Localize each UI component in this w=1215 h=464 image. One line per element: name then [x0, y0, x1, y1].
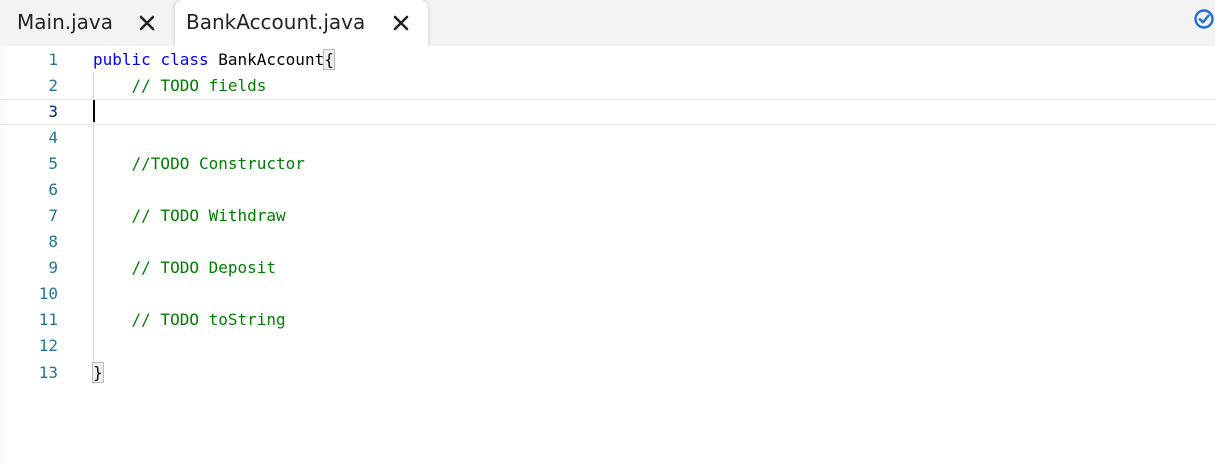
- comment: // TODO Deposit: [131, 258, 277, 277]
- line-number: 10: [38, 284, 58, 303]
- line-number: 4: [48, 128, 58, 147]
- comment: // TODO toString: [131, 310, 286, 329]
- text-cursor: [93, 100, 95, 122]
- tab-label: BankAccount.java: [186, 10, 366, 34]
- comment: //TODO Constructor: [131, 154, 305, 173]
- close-icon[interactable]: [138, 14, 156, 32]
- code-line-current[interactable]: 3: [0, 99, 1215, 125]
- keyword-class: class: [160, 50, 209, 69]
- tab-main-java[interactable]: Main.java: [0, 0, 174, 46]
- code-line[interactable]: 7 // TODO Withdraw: [0, 203, 1215, 229]
- code-text: //TODO Constructor: [93, 151, 305, 177]
- comment: // TODO Withdraw: [131, 206, 286, 225]
- code-line[interactable]: 6: [0, 177, 1215, 203]
- code-text: }: [92, 360, 104, 386]
- code-text: // TODO toString: [93, 307, 286, 333]
- code-editor[interactable]: 1 public class BankAccount{ 2 // TODO fi…: [0, 46, 1215, 464]
- code-text: // TODO Deposit: [93, 255, 277, 281]
- line-number: 8: [48, 232, 58, 251]
- code-line[interactable]: 11 // TODO toString: [0, 307, 1215, 333]
- line-number: 12: [38, 336, 58, 355]
- code-text: // TODO fields: [93, 73, 267, 99]
- code-text: public class BankAccount{: [93, 47, 335, 73]
- code-line[interactable]: 8: [0, 229, 1215, 255]
- close-icon[interactable]: [392, 14, 410, 32]
- line-number: 1: [48, 50, 58, 69]
- line-number: 11: [38, 310, 58, 329]
- line-number: 3: [48, 102, 58, 121]
- code-line[interactable]: 12: [0, 333, 1215, 359]
- class-name: BankAccount: [208, 50, 325, 69]
- code-line[interactable]: 9 // TODO Deposit: [0, 255, 1215, 281]
- line-number: 5: [48, 154, 58, 173]
- line-number: 6: [48, 180, 58, 199]
- code-line[interactable]: 4: [0, 125, 1215, 151]
- code-line[interactable]: 13 }: [0, 360, 1215, 386]
- tab-bar: Main.java BankAccount.java: [0, 0, 1215, 46]
- code-line[interactable]: 5 //TODO Constructor: [0, 151, 1215, 177]
- tab-label: Main.java: [17, 10, 114, 34]
- check-circle-icon[interactable]: [1193, 8, 1215, 30]
- comment: // TODO fields: [131, 76, 267, 95]
- keyword-public: public: [93, 50, 151, 69]
- close-brace: }: [92, 362, 104, 383]
- code-line[interactable]: 2 // TODO fields: [0, 73, 1215, 99]
- open-brace: {: [323, 49, 335, 70]
- tab-bankaccount-java[interactable]: BankAccount.java: [175, 0, 428, 46]
- line-number: 7: [48, 206, 58, 225]
- code-line[interactable]: 10: [0, 281, 1215, 307]
- line-number: 2: [48, 76, 58, 95]
- code-line[interactable]: 1 public class BankAccount{: [0, 47, 1215, 73]
- line-number: 13: [38, 363, 58, 382]
- code-text: // TODO Withdraw: [93, 203, 286, 229]
- line-number: 9: [48, 258, 58, 277]
